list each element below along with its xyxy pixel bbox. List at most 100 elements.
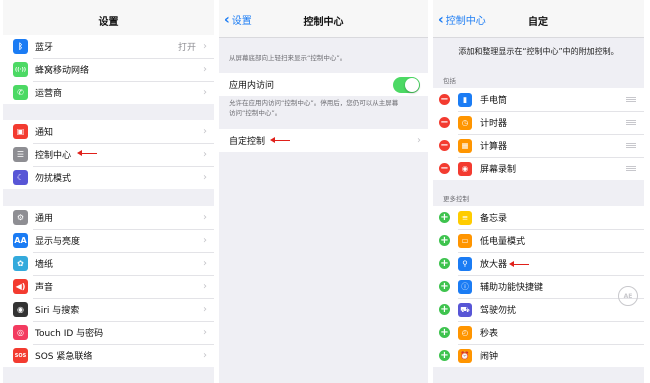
settings-item-sound[interactable]: ◀) 声音 › xyxy=(3,275,214,298)
chevron-right-icon: › xyxy=(203,258,207,269)
notification-icon: ▣ xyxy=(13,124,28,139)
annotation-arrow xyxy=(509,261,529,267)
more-item-accessibility: + ⓘ 辅助功能快捷键 xyxy=(433,275,644,298)
more-item-alarm: + ⏰ 闹钟 xyxy=(433,344,644,367)
display-icon: AA xyxy=(13,233,28,248)
app-access-label: 应用内访问 xyxy=(229,81,275,91)
car-icon: ⛟ xyxy=(458,302,472,317)
settings-item-cellular[interactable]: ((·)) 蜂窝移动网络 › xyxy=(3,58,214,81)
settings-item-general[interactable]: ⚙ 通用 › xyxy=(3,206,214,229)
app-access-hint: 允许在应用内访问“控制中心”。停用后，您仍可以从主屏幕 访问“控制中心”。 xyxy=(229,99,399,117)
drag-handle-icon[interactable] xyxy=(626,166,636,171)
included-header: 包括 xyxy=(443,77,456,85)
drag-handle-icon[interactable] xyxy=(626,120,636,125)
control-center-panel: ‹ 设置 控制中心 从屏幕底部向上轻扫来显示“控制中心”。 应用内访问 允许在应… xyxy=(219,0,428,383)
swipe-hint: 从屏幕底部向上轻扫来显示“控制中心”。 xyxy=(229,54,347,62)
add-icon[interactable]: + xyxy=(439,235,450,246)
screen-record-icon: ◉ xyxy=(458,161,472,176)
settings-group-connectivity: ᛒ 蓝牙 打开 › ((·)) 蜂窝移动网络 › ✆ 运营商 › xyxy=(3,35,214,104)
settings-item-siri[interactable]: ◉ Siri 与搜索 › xyxy=(3,298,214,321)
back-button[interactable]: ‹ 控制中心 xyxy=(438,11,486,28)
phone-icon: ✆ xyxy=(13,85,28,100)
customize-controls-label: 自定控制 xyxy=(229,137,266,147)
more-item-driving: + ⛟ 驾驶勿扰 xyxy=(433,298,644,321)
more-item-magnifier: + ⚲ 放大器 xyxy=(433,252,644,275)
chevron-right-icon: › xyxy=(417,135,421,146)
remove-icon[interactable]: − xyxy=(439,163,450,174)
settings-item-touch-id[interactable]: ◎ Touch ID 与密码 › xyxy=(3,321,214,344)
chevron-right-icon: › xyxy=(203,149,207,160)
chevron-right-icon: › xyxy=(203,64,207,75)
included-item-flashlight: − ▮ 手电筒 xyxy=(433,88,644,111)
control-center-icon: ☰ xyxy=(13,147,28,162)
settings-item-display[interactable]: AA 显示与亮度 › xyxy=(3,229,214,252)
included-controls-list: − ▮ 手电筒 − ◷ 计时器 − ▦ 计算器 − ◉ 屏幕录制 xyxy=(433,88,644,180)
settings-item-sos[interactable]: SOS SOS 紧急联络 › xyxy=(3,344,214,367)
add-icon[interactable]: + xyxy=(439,281,450,292)
chevron-right-icon: › xyxy=(203,327,207,338)
control-center-navbar: ‹ 设置 控制中心 xyxy=(219,0,428,38)
page-title: 设置 xyxy=(98,17,119,28)
chevron-right-icon: › xyxy=(203,350,207,361)
accessibility-icon: ⓘ xyxy=(458,279,472,294)
magnifier-icon: ⚲ xyxy=(458,256,472,271)
app-access-row: 应用内访问 xyxy=(219,73,428,96)
more-controls-header: 更多控制 xyxy=(443,195,469,203)
drag-handle-icon[interactable] xyxy=(626,143,636,148)
page-title: 自定 xyxy=(528,17,548,28)
sound-icon: ◀) xyxy=(13,279,28,294)
settings-item-carrier[interactable]: ✆ 运营商 › xyxy=(3,81,214,104)
bluetooth-icon: ᛒ xyxy=(13,39,28,54)
settings-item-do-not-disturb[interactable]: ☾ 勿扰模式 › xyxy=(3,166,214,189)
app-access-group: 应用内访问 xyxy=(219,73,428,96)
add-icon[interactable]: + xyxy=(439,212,450,223)
more-item-notes: + ≡ 备忘录 xyxy=(439,210,508,225)
cellular-icon: ((·)) xyxy=(13,62,28,77)
annotation-arrow xyxy=(270,137,290,143)
remove-icon[interactable]: − xyxy=(439,94,450,105)
alarm-icon: ⏰ xyxy=(458,348,472,363)
gear-icon: ⚙ xyxy=(13,210,28,225)
page-title: 控制中心 xyxy=(303,17,344,28)
add-icon[interactable]: + xyxy=(439,350,450,361)
included-item-calculator: − ▦ 计算器 xyxy=(433,134,644,157)
settings-panel: 设置 ᛒ 蓝牙 打开 › ((·)) 蜂窝移动网络 › ✆ 运营商 › ▣ 通知… xyxy=(3,0,214,383)
settings-item-wallpaper[interactable]: ✿ 墙纸 › xyxy=(3,252,214,275)
add-icon[interactable]: + xyxy=(439,304,450,315)
chevron-left-icon: ‹ xyxy=(438,11,444,28)
annotation-arrow xyxy=(77,150,97,156)
timer-icon: ◷ xyxy=(458,115,472,130)
siri-icon: ◉ xyxy=(13,302,28,317)
add-icon[interactable]: + xyxy=(439,258,450,269)
customize-panel: ‹ 控制中心 自定 添加和整理显示在“控制中心”中的附加控制。 包括 − ▮ 手… xyxy=(433,0,644,383)
stopwatch-icon: ◴ xyxy=(458,325,472,340)
battery-icon: ▭ xyxy=(458,233,472,248)
settings-navbar: 设置 xyxy=(3,0,214,38)
included-item-screen-record: − ◉ 屏幕录制 xyxy=(433,157,644,180)
add-icon[interactable]: + xyxy=(439,327,450,338)
chevron-right-icon: › xyxy=(203,304,207,315)
customize-group: 自定控制 › xyxy=(219,129,428,152)
customize-intro: 添加和整理显示在“控制中心”中的附加控制。 xyxy=(458,47,619,56)
settings-item-control-center[interactable]: ☰ 控制中心 › xyxy=(3,143,214,166)
settings-group-notifications: ▣ 通知 › ☰ 控制中心 › ☾ 勿扰模式 › xyxy=(3,120,214,189)
wallpaper-icon: ✿ xyxy=(13,256,28,271)
drag-handle-icon[interactable] xyxy=(626,97,636,102)
included-item-timer: − ◷ 计时器 xyxy=(433,111,644,134)
settings-item-bluetooth[interactable]: ᛒ 蓝牙 打开 › xyxy=(3,35,214,58)
chevron-right-icon: › xyxy=(203,172,207,183)
settings-group-general: ⚙ 通用 › AA 显示与亮度 › ✿ 墙纸 › ◀) 声音 › ◉ Siri … xyxy=(3,206,214,367)
remove-icon[interactable]: − xyxy=(439,140,450,151)
chevron-right-icon: › xyxy=(203,235,207,246)
chevron-right-icon: › xyxy=(203,281,207,292)
more-item-low-power: + ▭ 低电量模式 xyxy=(433,229,644,252)
remove-icon[interactable]: − xyxy=(439,117,450,128)
notes-icon: ≡ xyxy=(458,210,472,225)
settings-item-notifications[interactable]: ▣ 通知 › xyxy=(3,120,214,143)
customize-controls-row[interactable]: 自定控制 › xyxy=(219,129,428,152)
flashlight-icon: ▮ xyxy=(458,92,472,107)
app-access-toggle[interactable] xyxy=(393,76,420,93)
chevron-right-icon: › xyxy=(203,41,207,52)
watermark-logo: AE xyxy=(618,286,638,306)
calculator-icon: ▦ xyxy=(458,138,472,153)
